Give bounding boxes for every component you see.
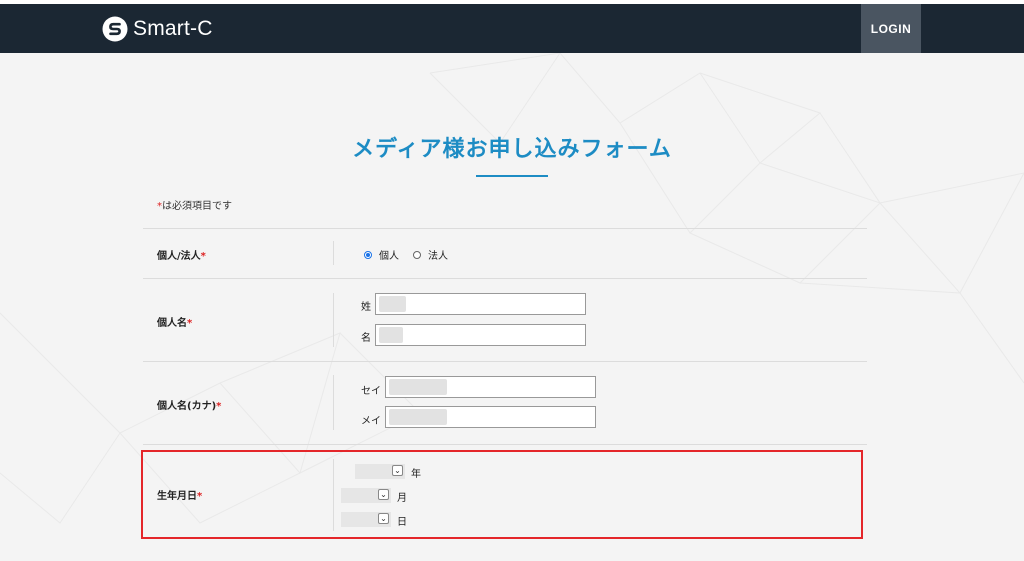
smart-c-logo-icon	[102, 16, 128, 42]
first-name-kana-label: メイ	[361, 416, 381, 427]
page-title: メディア様お申し込みフォーム	[352, 137, 672, 162]
column-divider	[333, 241, 334, 265]
redacted-value	[379, 327, 403, 343]
row-label-name-kana: 個人名(カナ)*	[157, 401, 222, 412]
entity-type-radio-group: 個人 法人	[364, 247, 462, 262]
first-name-label: 名	[361, 333, 371, 344]
row-divider	[143, 228, 867, 229]
radio-corporation[interactable]: 法人	[413, 247, 448, 262]
required-note: *は必須項目です	[157, 201, 232, 212]
chevron-down-icon[interactable]: ⌄	[378, 489, 389, 500]
row-divider	[143, 361, 867, 362]
chevron-down-icon[interactable]: ⌄	[378, 513, 389, 524]
login-button[interactable]: LOGIN	[861, 4, 921, 53]
brand-name: Smart-C	[133, 17, 213, 40]
radio-individual[interactable]: 個人	[364, 247, 399, 262]
radio-unchecked-icon[interactable]	[413, 250, 421, 259]
row-label-entity-type: 個人/法人*	[157, 251, 206, 262]
column-divider	[333, 293, 334, 347]
brand-logo[interactable]: Smart-C	[102, 14, 213, 44]
last-name-kana-label: セイ	[361, 386, 381, 397]
redacted-value	[389, 409, 447, 425]
birth-year-select[interactable]: ⌄	[355, 464, 405, 479]
row-divider	[143, 278, 867, 279]
column-divider	[333, 375, 334, 430]
month-unit: 月	[397, 493, 407, 504]
year-unit: 年	[411, 469, 421, 480]
form-page: メディア様お申し込みフォーム *は必須項目です 個人/法人* 個人 法人 個人名…	[0, 53, 1024, 561]
row-label-name: 個人名*	[157, 318, 193, 329]
chevron-down-icon[interactable]: ⌄	[392, 465, 403, 476]
birth-month-select[interactable]: ⌄	[341, 488, 391, 503]
redacted-value	[389, 379, 447, 395]
birth-day-select[interactable]: ⌄	[341, 512, 391, 527]
row-label-birthdate: 生年月日*	[157, 491, 203, 502]
navbar: Smart-C LOGIN	[0, 4, 1024, 53]
last-name-input[interactable]	[375, 293, 586, 315]
last-name-label: 姓	[361, 302, 371, 313]
day-unit: 日	[397, 517, 407, 528]
radio-checked-icon[interactable]	[364, 250, 372, 259]
column-divider	[333, 459, 334, 531]
redacted-value	[379, 296, 406, 312]
first-name-input[interactable]	[375, 324, 586, 346]
title-underline	[476, 175, 548, 177]
row-divider	[143, 444, 867, 445]
